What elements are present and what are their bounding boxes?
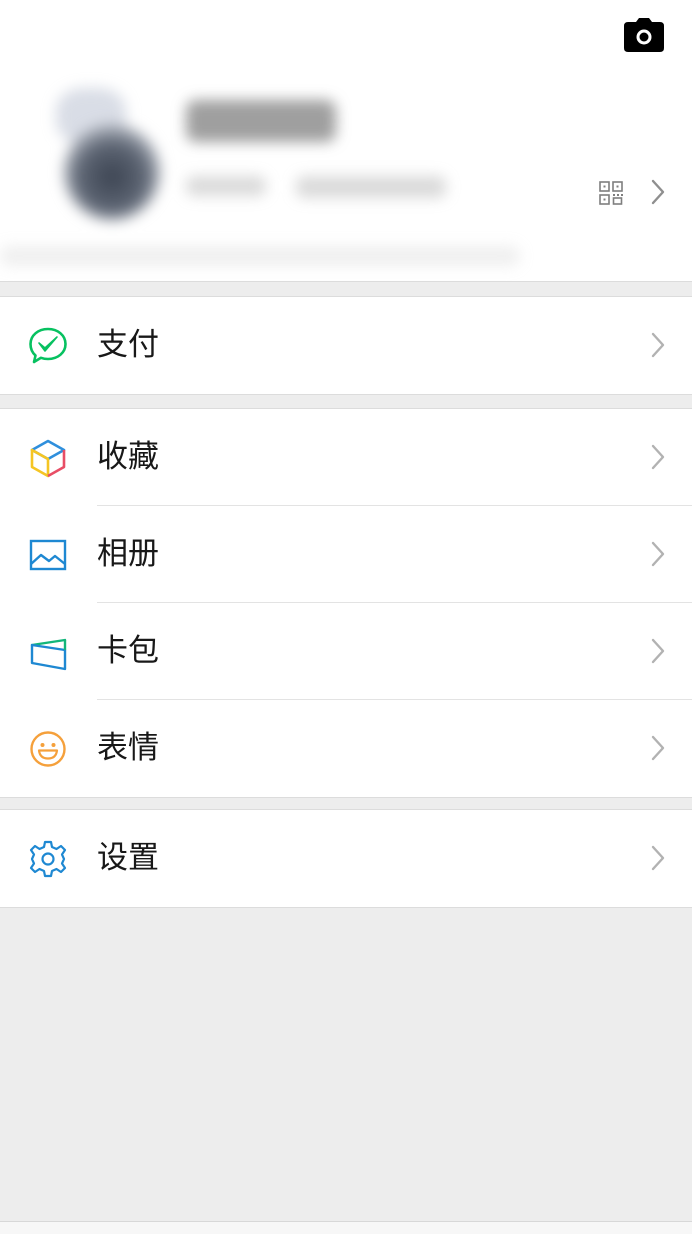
chevron-right-icon bbox=[651, 845, 665, 871]
chevron-right-icon bbox=[651, 332, 665, 358]
album-label: 相册 bbox=[97, 536, 159, 572]
tab-bar bbox=[0, 1222, 692, 1234]
menu-item-stickers[interactable]: 表情 bbox=[0, 700, 692, 797]
favorites-cube-icon bbox=[30, 439, 66, 478]
stickers-label: 表情 bbox=[97, 730, 159, 766]
profile-name-blurred bbox=[186, 100, 336, 142]
camera-icon[interactable] bbox=[624, 18, 664, 52]
chevron-right-icon bbox=[651, 735, 665, 761]
status-blurred bbox=[0, 246, 520, 266]
album-photo-icon bbox=[29, 539, 67, 571]
menu-item-favorites[interactable]: 收藏 bbox=[0, 409, 692, 506]
profile-info-blurred bbox=[0, 0, 692, 282]
menu-item-pay[interactable]: 支付 bbox=[0, 297, 692, 394]
avatar[interactable] bbox=[64, 124, 160, 220]
card-wallet-icon bbox=[30, 638, 67, 671]
settings-label: 设置 bbox=[97, 840, 159, 876]
profile-chevron-right-icon bbox=[651, 179, 665, 205]
qr-code-icon[interactable] bbox=[598, 180, 624, 206]
pay-label: 支付 bbox=[97, 327, 159, 363]
main-menu-group: 收藏 相册 卡包 表情 bbox=[0, 408, 692, 798]
menu-item-album[interactable]: 相册 bbox=[0, 506, 692, 603]
wechat-id-value-blurred bbox=[296, 176, 446, 198]
profile-header[interactable] bbox=[0, 0, 692, 282]
gear-icon bbox=[29, 840, 67, 878]
chevron-right-icon bbox=[651, 541, 665, 567]
chevron-right-icon bbox=[651, 638, 665, 664]
settings-group: 设置 bbox=[0, 809, 692, 908]
menu-item-cards[interactable]: 卡包 bbox=[0, 603, 692, 700]
favorites-label: 收藏 bbox=[97, 439, 159, 475]
wechat-pay-icon bbox=[29, 327, 67, 364]
chevron-right-icon bbox=[651, 444, 665, 470]
smiley-icon bbox=[30, 731, 66, 767]
menu-item-settings[interactable]: 设置 bbox=[0, 810, 692, 907]
wechat-id-blurred bbox=[186, 176, 266, 196]
pay-group: 支付 bbox=[0, 296, 692, 395]
cards-label: 卡包 bbox=[97, 633, 159, 669]
